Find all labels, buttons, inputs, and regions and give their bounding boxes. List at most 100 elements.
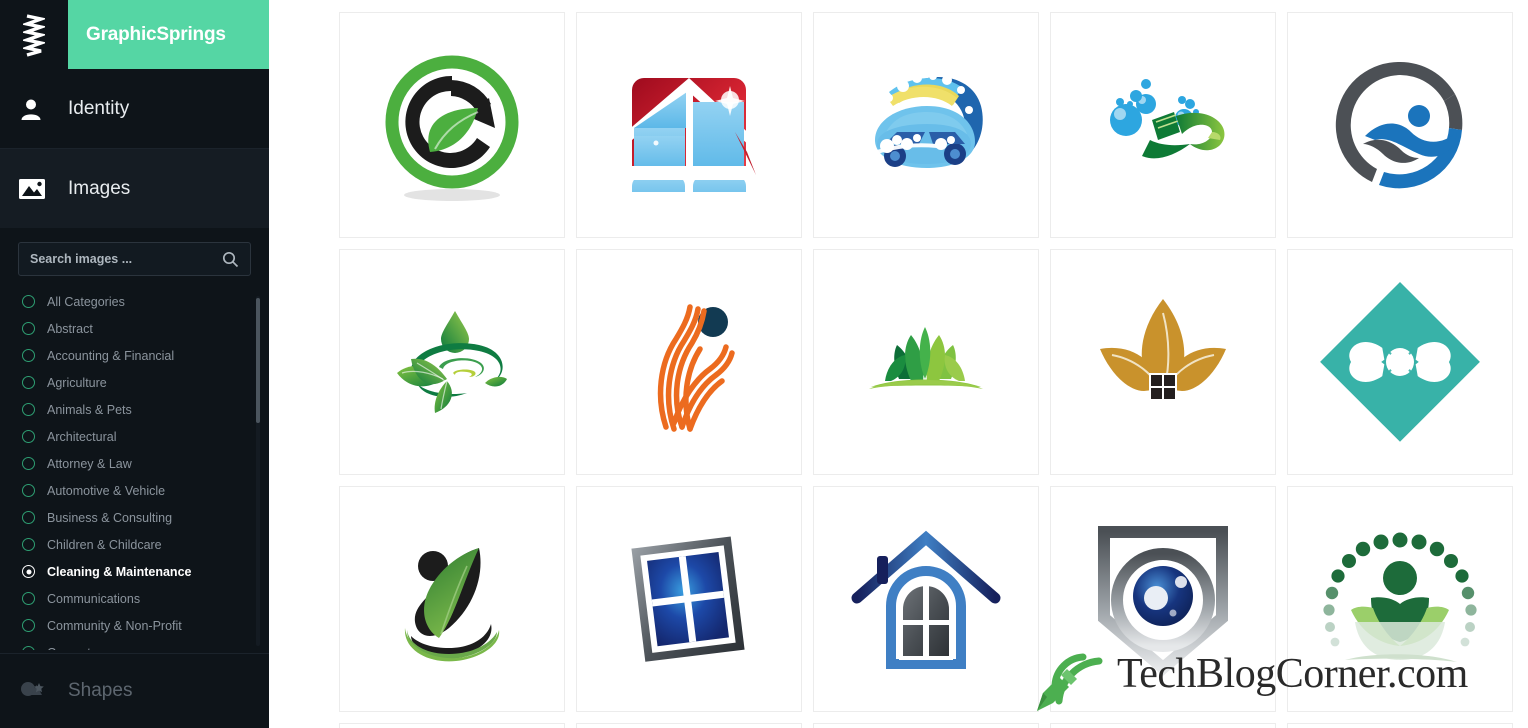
- sidebar-item-label-images: Images: [68, 177, 131, 199]
- green-brush-bubbles-logo: [1110, 79, 1225, 159]
- car-wash-sponge-bubbles-logo: [875, 72, 983, 168]
- logo-card[interactable]: [1050, 12, 1276, 238]
- logo-card[interactable]: [1287, 249, 1513, 475]
- sidebar-item-identity[interactable]: Identity: [0, 69, 269, 148]
- radio-icon-selected[interactable]: [22, 565, 35, 578]
- logo-card[interactable]: [576, 723, 802, 728]
- category-label: Cleaning & Maintenance: [47, 564, 192, 579]
- radio-icon[interactable]: [22, 511, 35, 524]
- logo-card[interactable]: [1287, 486, 1513, 712]
- logo-card[interactable]: [339, 12, 565, 238]
- category-item[interactable]: Business & Consulting: [22, 504, 269, 531]
- radio-icon[interactable]: [22, 457, 35, 470]
- water-droplet-ripple-leaves-logo: [397, 311, 507, 413]
- category-label: Children & Childcare: [47, 537, 162, 552]
- image-icon: [18, 177, 68, 201]
- logo-card[interactable]: [1050, 249, 1276, 475]
- logo-card[interactable]: [576, 12, 802, 238]
- radio-icon[interactable]: [22, 322, 35, 335]
- category-label: All Categories: [47, 294, 125, 309]
- category-item[interactable]: Automotive & Vehicle: [22, 477, 269, 504]
- scrollbar-thumb[interactable]: [256, 298, 260, 423]
- category-item[interactable]: Architectural: [22, 423, 269, 450]
- logo-card[interactable]: [1287, 12, 1513, 238]
- radio-icon[interactable]: [22, 592, 35, 605]
- brand-header[interactable]: GraphicSprings: [0, 0, 269, 69]
- logo-card[interactable]: [339, 486, 565, 712]
- logo-card[interactable]: [1287, 723, 1513, 728]
- logo-card[interactable]: [1050, 723, 1276, 728]
- category-label: Agriculture: [47, 375, 107, 390]
- category-item[interactable]: Community & Non-Profit: [22, 612, 269, 639]
- category-label: Accounting & Financial: [47, 348, 175, 363]
- logo-grid: [339, 12, 1528, 728]
- radio-icon[interactable]: [22, 349, 35, 362]
- radio-icon[interactable]: [22, 619, 35, 632]
- search-section: [0, 228, 269, 284]
- category-item[interactable]: Accounting & Financial: [22, 342, 269, 369]
- green-circle-leaf-arrow-logo: [385, 55, 519, 201]
- category-item-selected[interactable]: Cleaning & Maintenance: [22, 558, 269, 585]
- logo-card[interactable]: [1050, 486, 1276, 712]
- sidebar: GraphicSprings Identity Images Search im…: [0, 0, 269, 728]
- category-label: Abstract: [47, 321, 93, 336]
- logo-card[interactable]: [813, 723, 1039, 728]
- radio-icon[interactable]: [22, 538, 35, 551]
- red-roof-blue-window-house-logo: [624, 78, 759, 210]
- radio-icon[interactable]: [22, 403, 35, 416]
- sidebar-footer-label: Shapes: [68, 680, 133, 701]
- category-label: Community & Non-Profit: [47, 618, 182, 633]
- sidebar-item-images[interactable]: Images: [0, 149, 269, 228]
- sidebar-item-shapes[interactable]: Shapes: [0, 653, 269, 728]
- category-item[interactable]: Communications: [22, 585, 269, 612]
- grey-shield-camera-eye-logo: [1098, 526, 1228, 676]
- category-label: Automotive & Vehicle: [47, 483, 166, 498]
- gold-leaf-plant-window-logo: [1100, 299, 1226, 401]
- category-label: Business & Consulting: [47, 510, 173, 525]
- shapes-icon: [18, 679, 68, 703]
- blue-swimmer-circle-logo: [1335, 61, 1463, 189]
- search-icon[interactable]: [222, 251, 250, 268]
- logo-gallery: [269, 0, 1528, 728]
- logo-card[interactable]: [813, 12, 1039, 238]
- person-green-leaf-swirl-logo: [404, 548, 500, 662]
- category-item[interactable]: Computer: [22, 639, 269, 650]
- search-input[interactable]: [19, 252, 222, 266]
- logo-card[interactable]: [813, 486, 1039, 712]
- radio-icon[interactable]: [22, 376, 35, 389]
- category-label: Communications: [47, 591, 141, 606]
- green-dotted-arch-plant-bowl-logo: [1323, 532, 1477, 662]
- sidebar-item-label-identity: Identity: [68, 97, 130, 119]
- blue-house-arched-window-logo: [851, 530, 1001, 669]
- logo-card[interactable]: [813, 249, 1039, 475]
- category-label: Computer: [47, 646, 102, 651]
- teal-diamond-white-flower-logo: [1320, 282, 1480, 442]
- radio-icon[interactable]: [22, 295, 35, 308]
- category-item[interactable]: Agriculture: [22, 369, 269, 396]
- category-item[interactable]: Abstract: [22, 315, 269, 342]
- brand-logo[interactable]: [0, 0, 68, 69]
- category-item[interactable]: Animals & Pets: [22, 396, 269, 423]
- category-label: Attorney & Law: [47, 456, 132, 471]
- brand-name-box[interactable]: GraphicSprings: [68, 0, 269, 69]
- tilted-blue-window-photo-logo: [631, 536, 745, 662]
- category-item[interactable]: Attorney & Law: [22, 450, 269, 477]
- radio-icon[interactable]: [22, 484, 35, 497]
- category-list-scroll[interactable]: All Categories Abstract Accounting & Fin…: [0, 288, 269, 650]
- spring-zigzag-icon: [23, 13, 45, 57]
- green-lotus-leaves-logo: [869, 327, 983, 389]
- category-label: Animals & Pets: [47, 402, 132, 417]
- logo-card[interactable]: [339, 723, 565, 728]
- category-item[interactable]: All Categories: [22, 288, 269, 315]
- logo-card[interactable]: [576, 249, 802, 475]
- radio-icon[interactable]: [22, 430, 35, 443]
- logo-card[interactable]: [576, 486, 802, 712]
- orange-flame-navy-dot-logo: [657, 304, 735, 432]
- brand-name: GraphicSprings: [86, 23, 226, 45]
- person-icon: [18, 96, 68, 122]
- category-label: Architectural: [47, 429, 117, 444]
- category-item[interactable]: Children & Childcare: [22, 531, 269, 558]
- search-box[interactable]: [18, 242, 251, 276]
- radio-icon[interactable]: [22, 646, 35, 650]
- logo-card[interactable]: [339, 249, 565, 475]
